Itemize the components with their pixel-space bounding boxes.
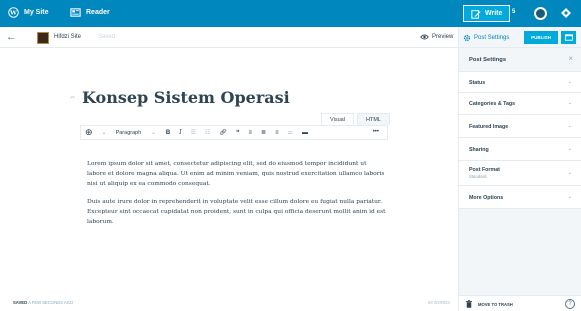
- help-icon[interactable]: ?: [565, 299, 575, 309]
- my-site-label: My Site: [24, 9, 49, 16]
- title-row: ⇔ Konsep Sistem Operasi: [69, 88, 290, 107]
- gear-icon: [463, 34, 471, 41]
- sidebar-item-categories-tags[interactable]: Categories & Tags ⌄: [459, 93, 581, 115]
- reader-icon: [70, 8, 81, 17]
- chevron-down-icon: ⌄: [151, 129, 156, 136]
- link-icon[interactable]: ⇔: [69, 94, 76, 101]
- post-settings-label: Post Settings: [474, 34, 510, 41]
- preview-label: Preview: [432, 34, 454, 40]
- post-body[interactable]: Lorem ipsum dolor sit amet, consectetur …: [87, 159, 387, 227]
- trash-label: MOVE TO TRASH: [478, 301, 513, 307]
- bold-icon[interactable]: B: [166, 130, 170, 136]
- chevron-down-icon: ⌄: [567, 123, 572, 129]
- masterbar: W My Site Reader Write 5: [0, 0, 581, 27]
- post-title[interactable]: Konsep Sistem Operasi: [82, 88, 290, 107]
- chevron-down-icon: ⌄: [567, 170, 572, 176]
- align-center-icon[interactable]: ≣: [261, 129, 266, 136]
- sidebar-item-label: Status: [469, 80, 486, 86]
- sidebar-header: Post Settings ×: [459, 48, 581, 72]
- sidebar-item-label: Sharing: [469, 147, 489, 153]
- body-paragraph: Lorem ipsum dolor sit amet, consectetur …: [87, 161, 385, 187]
- svg-text:W: W: [9, 10, 17, 17]
- settings-header: Post Settings PUBLISH: [458, 27, 581, 48]
- chevron-down-icon: ⌄: [567, 146, 572, 152]
- sidebar-item-label: More Options: [469, 195, 504, 201]
- site-icon: [37, 32, 49, 44]
- close-icon[interactable]: ×: [568, 54, 573, 63]
- back-arrow-icon[interactable]: ←: [6, 31, 17, 43]
- format-toolbar: ⊕ ⌄ Paragraph ⌄ B I ☰ ☷ 🔗︎ ❝ ≡ ≣ ≡ ⚌ ▬ ••…: [80, 125, 388, 140]
- insert-link-icon[interactable]: 🔗︎: [219, 129, 227, 136]
- saved-prefix: SAVED: [13, 300, 28, 305]
- reader-link[interactable]: Reader: [70, 7, 110, 18]
- reader-label: Reader: [86, 9, 110, 16]
- align-right-icon[interactable]: ≡: [275, 130, 279, 136]
- trash-icon: [466, 300, 472, 308]
- sidebar-icon: [564, 34, 573, 41]
- italic-icon[interactable]: I: [179, 129, 181, 136]
- write-label: Write: [485, 10, 503, 17]
- publish-button[interactable]: PUBLISH: [524, 31, 558, 44]
- numbered-list-icon[interactable]: ☷: [205, 129, 210, 136]
- add-media-icon[interactable]: ⊕: [85, 127, 93, 138]
- preview-button[interactable]: Preview: [420, 34, 453, 40]
- tab-html[interactable]: HTML: [357, 113, 390, 125]
- paragraph-select[interactable]: Paragraph ⌄: [116, 130, 156, 136]
- notifications-icon[interactable]: [560, 7, 572, 19]
- more-tag-icon[interactable]: ⚌: [288, 129, 293, 136]
- sidebar-footer: MOVE TO TRASH ?: [458, 295, 581, 311]
- sidebar-item-post-format[interactable]: Post Format Standard ⌄: [459, 161, 581, 186]
- toolbar-toggle-icon[interactable]: ▬: [302, 130, 308, 136]
- sidebar-item-featured-image[interactable]: Featured Image ⌄: [459, 115, 581, 138]
- sidebar-item-sharing[interactable]: Sharing ⌄: [459, 138, 581, 161]
- editor-mode-tabs: Visual HTML: [321, 113, 390, 125]
- more-options-icon[interactable]: •••: [373, 129, 379, 135]
- wordpress-icon: W: [8, 7, 19, 18]
- post-settings-toggle[interactable]: Post Settings: [463, 32, 509, 43]
- paragraph-select-value: Paragraph: [115, 129, 142, 136]
- sidebar-toggle-button[interactable]: [561, 31, 576, 44]
- saved-time: A FEW SECONDS AGO: [28, 300, 74, 305]
- sidebar-item-status[interactable]: Status ⌄: [459, 72, 581, 93]
- editor-content: ⇔ Konsep Sistem Operasi Visual HTML ⊕ ⌄ …: [0, 48, 458, 295]
- sidebar-item-more-options[interactable]: More Options ⌄: [459, 186, 581, 209]
- write-icon: [471, 9, 481, 19]
- save-state: Saved: [98, 34, 116, 40]
- post-format-value: Standard: [469, 174, 487, 179]
- avatar[interactable]: [534, 7, 547, 20]
- saved-status: SAVED A FEW SECONDS AGO: [13, 300, 73, 305]
- sidebar-item-label: Categories & Tags: [469, 101, 516, 107]
- word-count: 69 WORDS: [428, 300, 450, 305]
- notification-count: 5: [512, 9, 516, 15]
- add-media-chevron-icon[interactable]: ⌄: [102, 129, 107, 136]
- blockquote-icon[interactable]: ❝: [236, 129, 240, 136]
- editor-footer: SAVED A FEW SECONDS AGO 69 WORDS: [0, 295, 458, 311]
- sidebar-title: Post Settings: [469, 57, 507, 63]
- tab-visual[interactable]: Visual: [321, 113, 354, 125]
- move-to-trash-button[interactable]: MOVE TO TRASH: [466, 300, 513, 308]
- bullet-list-icon[interactable]: ☰: [191, 129, 196, 136]
- chevron-down-icon: ⌄: [567, 79, 572, 85]
- align-left-icon[interactable]: ≡: [249, 130, 253, 136]
- editor-toolbar: ← Hifdzi Site Saved Preview: [0, 27, 458, 48]
- chevron-down-icon: ⌄: [567, 194, 572, 200]
- sidebar-item-label: Post Format: [469, 167, 500, 173]
- sidebar-item-label: Featured Image: [469, 124, 509, 130]
- post-settings-sidebar: Post Settings × Status ⌄ Categories & Ta…: [458, 48, 581, 295]
- chevron-down-icon: ⌄: [567, 100, 572, 106]
- site-name[interactable]: Hifdzi Site: [54, 34, 81, 40]
- body-paragraph: Duis aute irure dolor in reprehenderit i…: [87, 199, 386, 225]
- eye-icon: [420, 34, 429, 40]
- write-button[interactable]: Write: [463, 5, 511, 22]
- my-site-link[interactable]: W My Site: [8, 7, 49, 18]
